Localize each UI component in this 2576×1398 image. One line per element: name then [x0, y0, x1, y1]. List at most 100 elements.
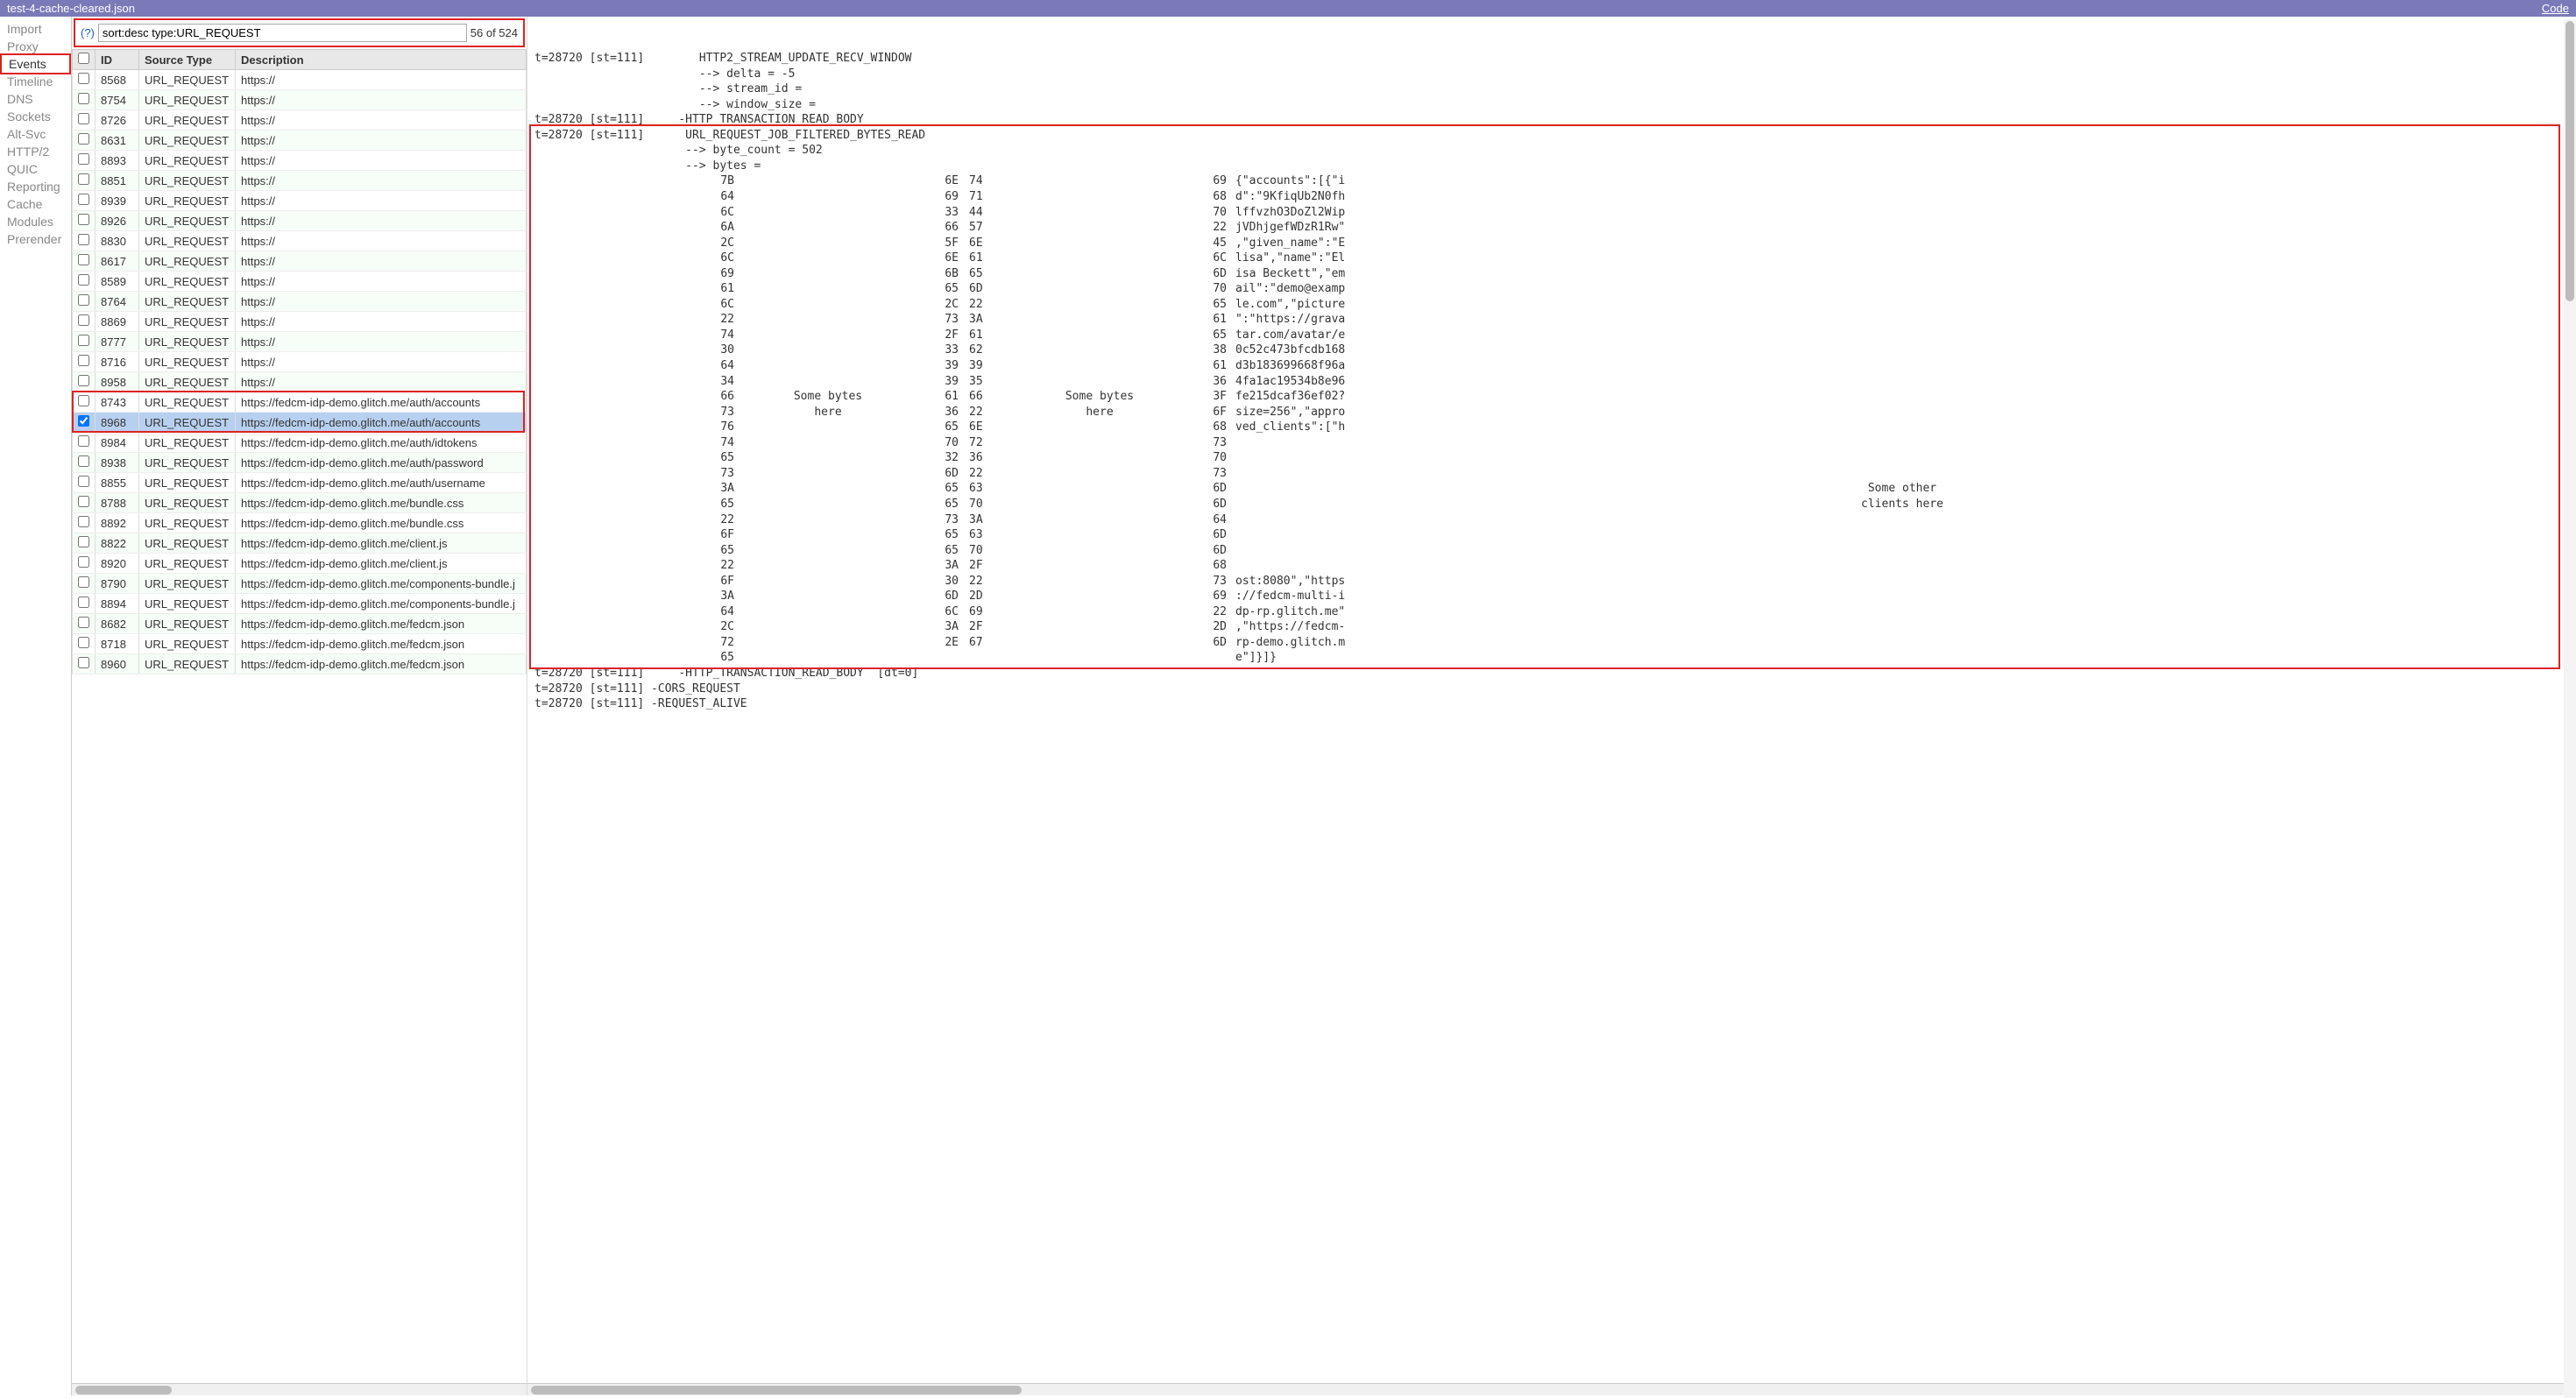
col-description[interactable]: Description	[236, 50, 527, 70]
hscrollbar[interactable]	[72, 1383, 527, 1395]
table-row[interactable]: 8968URL_REQUESThttps://fedcm-idp-demo.gl…	[73, 413, 527, 433]
table-row[interactable]: 8830URL_REQUESThttps://	[73, 231, 527, 251]
row-checkbox[interactable]	[78, 314, 89, 326]
row-checkbox[interactable]	[78, 274, 89, 286]
row-checkbox[interactable]	[78, 576, 89, 588]
row-checkbox[interactable]	[78, 556, 89, 568]
table-row[interactable]: 8984URL_REQUESThttps://fedcm-idp-demo.gl…	[73, 433, 527, 453]
table-row[interactable]: 8926URL_REQUESThttps://	[73, 211, 527, 231]
row-checkbox[interactable]	[78, 294, 89, 306]
table-row[interactable]: 8754URL_REQUESThttps://	[73, 90, 527, 110]
table-row[interactable]: 8743URL_REQUESThttps://fedcm-idp-demo.gl…	[73, 392, 527, 413]
row-checkbox[interactable]	[78, 153, 89, 165]
row-checkbox[interactable]	[78, 536, 89, 547]
row-checkbox[interactable]	[78, 597, 89, 608]
sidebar-item-timeline[interactable]: Timeline	[0, 73, 71, 90]
sidebar-item-dns[interactable]: DNS	[0, 90, 71, 108]
row-desc: https://fedcm-idp-demo.glitch.me/compone…	[236, 574, 527, 594]
table-row[interactable]: 8894URL_REQUESThttps://fedcm-idp-demo.gl…	[73, 594, 527, 614]
detail-panel[interactable]: t=28720 [st=111] HTTP2_STREAM_UPDATE_REC…	[527, 17, 2576, 1395]
row-checkbox[interactable]	[78, 435, 89, 447]
row-checkbox[interactable]	[78, 395, 89, 406]
detail-hscrollbar[interactable]	[527, 1383, 2576, 1395]
table-row[interactable]: 8892URL_REQUESThttps://fedcm-idp-demo.gl…	[73, 513, 527, 533]
table-row[interactable]: 8631URL_REQUESThttps://	[73, 131, 527, 151]
hex-row: 64393961d3b183699668f96a	[534, 358, 2569, 374]
row-checkbox[interactable]	[78, 234, 89, 245]
table-row[interactable]: 8851URL_REQUESThttps://	[73, 171, 527, 191]
table-row[interactable]: 8893URL_REQUESThttps://	[73, 151, 527, 171]
row-checkbox[interactable]	[78, 375, 89, 386]
row-checkbox[interactable]	[78, 476, 89, 487]
row-desc: https://	[236, 191, 527, 211]
hscroll-thumb[interactable]	[75, 1386, 172, 1394]
table-row[interactable]: 8822URL_REQUESThttps://fedcm-idp-demo.gl…	[73, 533, 527, 554]
log-line: t=28720 [st=111] -HTTP_TRANSACTION_READ_…	[534, 666, 2569, 681]
table-row[interactable]: 8788URL_REQUESThttps://fedcm-idp-demo.gl…	[73, 493, 527, 513]
col-source-type[interactable]: Source Type	[139, 50, 236, 70]
vscrollbar[interactable]	[2564, 19, 2576, 1398]
filter-help-link[interactable]: (?)	[81, 26, 95, 39]
filter-input[interactable]	[98, 24, 467, 42]
sidebar-item-cache[interactable]: Cache	[0, 195, 71, 213]
table-row[interactable]: 8589URL_REQUESThttps://	[73, 272, 527, 292]
sidebar-item-sockets[interactable]: Sockets	[0, 108, 71, 125]
table-row[interactable]: 8718URL_REQUESThttps://fedcm-idp-demo.gl…	[73, 634, 527, 654]
row-checkbox[interactable]	[78, 133, 89, 145]
table-row[interactable]: 8682URL_REQUESThttps://fedcm-idp-demo.gl…	[73, 614, 527, 634]
hex-row: 6A665722jVDhjgefWDzR1Rw"	[534, 220, 2569, 236]
code-link[interactable]: Code	[2542, 2, 2569, 15]
table-row[interactable]: 8869URL_REQUESThttps://	[73, 312, 527, 332]
row-type: URL_REQUEST	[139, 413, 236, 433]
sidebar-item-quic[interactable]: QUIC	[0, 160, 71, 178]
table-row[interactable]: 8716URL_REQUESThttps://	[73, 352, 527, 372]
events-table-wrap[interactable]: ID Source Type Description 8568URL_REQUE…	[72, 49, 527, 1383]
row-checkbox[interactable]	[78, 415, 89, 427]
table-row[interactable]: 8920URL_REQUESThttps://fedcm-idp-demo.gl…	[73, 554, 527, 574]
row-checkbox[interactable]	[78, 657, 89, 668]
table-row[interactable]: 8958URL_REQUESThttps://	[73, 372, 527, 392]
row-checkbox[interactable]	[78, 617, 89, 628]
row-desc: https://	[236, 312, 527, 332]
table-row[interactable]: 8726URL_REQUESThttps://	[73, 110, 527, 131]
sidebar-item-reporting[interactable]: Reporting	[0, 178, 71, 195]
row-checkbox[interactable]	[78, 194, 89, 205]
row-checkbox[interactable]	[78, 73, 89, 84]
table-row[interactable]: 8790URL_REQUESThttps://fedcm-idp-demo.gl…	[73, 574, 527, 594]
row-id: 8754	[96, 90, 139, 110]
row-checkbox[interactable]	[78, 214, 89, 225]
sidebar-item-alt-svc[interactable]: Alt-Svc	[0, 125, 71, 143]
sidebar-item-prerender[interactable]: Prerender	[0, 230, 71, 248]
table-row[interactable]: 8777URL_REQUESThttps://	[73, 332, 527, 352]
row-checkbox[interactable]	[78, 113, 89, 124]
table-row[interactable]: 8938URL_REQUESThttps://fedcm-idp-demo.gl…	[73, 453, 527, 473]
row-checkbox[interactable]	[78, 173, 89, 185]
sidebar-item-events[interactable]: Events	[0, 53, 71, 74]
log-line: --> window_size =	[534, 97, 2569, 113]
col-id[interactable]: ID	[96, 50, 139, 70]
detail-hscroll-thumb[interactable]	[531, 1386, 1022, 1394]
row-checkbox[interactable]	[78, 355, 89, 366]
row-checkbox[interactable]	[78, 637, 89, 648]
table-row[interactable]: 8939URL_REQUESThttps://	[73, 191, 527, 211]
sidebar-item-import[interactable]: Import	[0, 20, 71, 38]
row-id: 8764	[96, 292, 139, 312]
row-checkbox[interactable]	[78, 335, 89, 346]
select-all-checkbox[interactable]	[78, 53, 89, 64]
vscroll-thumb[interactable]	[2565, 21, 2574, 301]
sidebar-item-proxy[interactable]: Proxy	[0, 38, 71, 55]
table-row[interactable]: 8568URL_REQUESThttps://	[73, 70, 527, 90]
row-checkbox[interactable]	[78, 455, 89, 467]
sidebar-item-modules[interactable]: Modules	[0, 213, 71, 230]
row-checkbox[interactable]	[78, 254, 89, 265]
table-row[interactable]: 8960URL_REQUESThttps://fedcm-idp-demo.gl…	[73, 654, 527, 674]
row-checkbox[interactable]	[78, 516, 89, 527]
row-id: 8788	[96, 493, 139, 513]
row-checkbox[interactable]	[78, 496, 89, 507]
table-row[interactable]: 8617URL_REQUESThttps://	[73, 251, 527, 272]
table-row[interactable]: 8855URL_REQUESThttps://fedcm-idp-demo.gl…	[73, 473, 527, 493]
sidebar-item-http/2[interactable]: HTTP/2	[0, 143, 71, 160]
row-checkbox[interactable]	[78, 93, 89, 104]
table-row[interactable]: 8764URL_REQUESThttps://	[73, 292, 527, 312]
hex-row: 65e"]}]}	[534, 650, 2569, 666]
